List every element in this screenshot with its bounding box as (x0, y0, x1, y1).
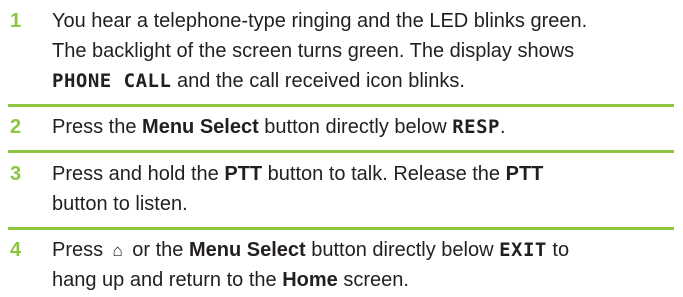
display-text-resp: RESP (452, 116, 500, 138)
divider (8, 150, 674, 153)
step-text-line: Press the Menu Select button directly be… (52, 116, 506, 138)
step-text-line: Press ⌂ or the Menu Select button direct… (52, 237, 569, 264)
step-text-line: You hear a telephone-type ringing and th… (52, 10, 588, 32)
display-text-phone-call: PHONE CALL (52, 70, 172, 92)
divider (8, 104, 674, 107)
step-text-line: hang up and return to the Home screen. (52, 269, 409, 291)
home-icon: ⌂ (112, 241, 123, 260)
step-text-line: PHONE CALL and the call received icon bl… (52, 70, 465, 92)
step-number: 1 (10, 10, 22, 32)
divider (8, 227, 674, 230)
step-text-line: button to listen. (52, 193, 188, 215)
step-text-line: The backlight of the screen turns green.… (52, 40, 575, 62)
step-number: 3 (10, 163, 22, 185)
step-number: 2 (10, 116, 22, 138)
step-text-line: Press and hold the PTT button to talk. R… (52, 163, 544, 185)
step-number: 4 (10, 239, 22, 261)
display-text-exit: EXIT (499, 239, 547, 261)
